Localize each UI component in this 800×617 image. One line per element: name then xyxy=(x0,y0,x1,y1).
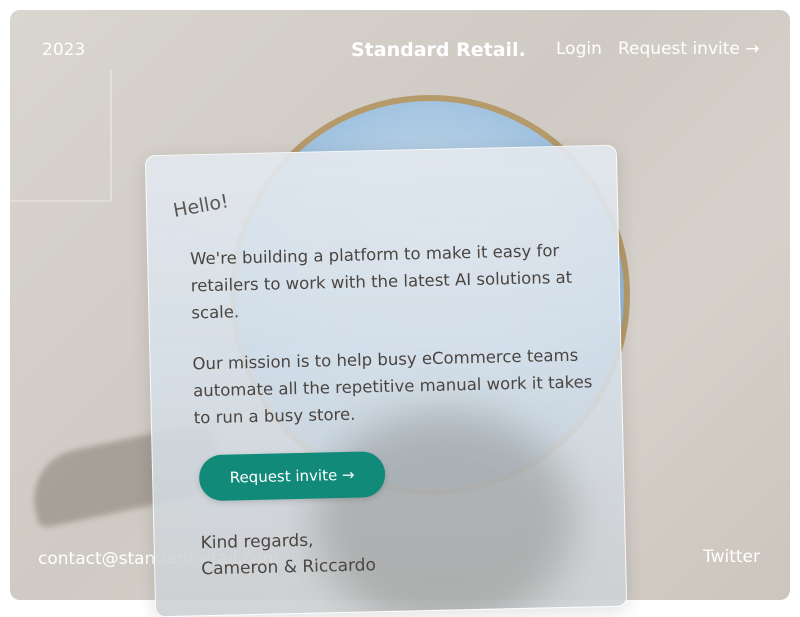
signoff-line-1: Kind regards, xyxy=(200,530,314,554)
greeting-text: Hello! xyxy=(171,190,231,222)
blurred-figure xyxy=(311,406,577,617)
twitter-link[interactable]: Twitter xyxy=(703,547,760,567)
message-card: Hello! We're building a platform to make… xyxy=(144,144,628,617)
brand-logo[interactable]: Standard Retail. xyxy=(351,39,526,61)
signoff: Kind regards, Cameron & Riccardo xyxy=(200,526,376,582)
wall-texture xyxy=(10,70,112,202)
request-invite-button[interactable]: Request invite → xyxy=(198,451,386,502)
request-invite-link[interactable]: Request invite → xyxy=(618,39,760,59)
login-link[interactable]: Login xyxy=(556,39,602,59)
signoff-line-2: Cameron & Riccardo xyxy=(200,555,377,580)
intro-paragraph: We're building a platform to make it eas… xyxy=(189,241,573,323)
year-label: 2023 xyxy=(42,40,86,60)
mission-paragraph: Our mission is to help busy eCommerce te… xyxy=(192,345,593,428)
